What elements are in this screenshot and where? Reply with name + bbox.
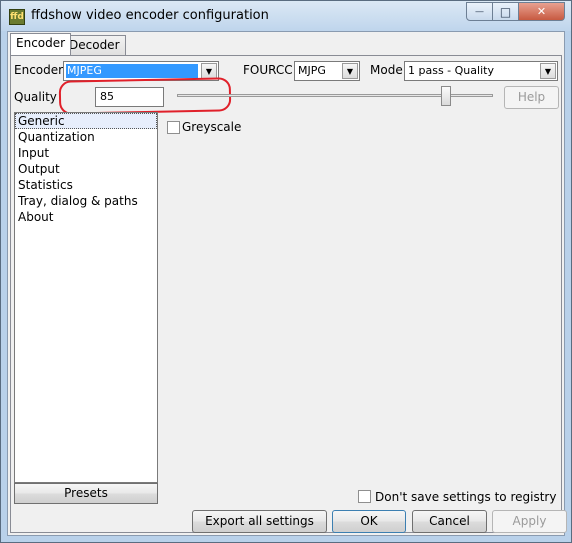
greyscale-checkbox[interactable] [167,121,180,134]
help-button[interactable]: Help [504,86,559,109]
encoder-label: Encoder: [14,63,67,77]
dont-save-checkbox[interactable] [358,490,371,503]
maximize-button[interactable]: □ [493,2,519,21]
tab-decoder[interactable]: Decoder [63,35,126,55]
window-title: ffdshow video encoder configuration [31,8,269,23]
fourcc-select[interactable]: MJPG ▼ [294,61,360,81]
list-item-quantization[interactable]: Quantization [15,129,157,145]
encoder-tab-panel: Encoder: MJPEG ▼ FOURCC: MJPG ▼ Mode: 1 … [10,55,567,533]
close-button[interactable]: ✕ [519,2,565,21]
list-item-input[interactable]: Input [15,145,157,161]
chevron-down-icon[interactable]: ▼ [342,63,358,79]
fourcc-label: FOURCC: [243,63,297,77]
ffdshow-app-icon[interactable]: ffd [9,9,25,25]
caption-buttons: — □ ✕ [466,2,565,21]
list-item-output[interactable]: Output [15,161,157,177]
dialog-client-area: Encoder Decoder Encoder: MJPEG ▼ FOURCC:… [7,31,567,536]
dont-save-label: Don't save settings to registry [375,490,557,504]
quality-input[interactable]: 85 [95,87,164,107]
quality-slider-thumb[interactable] [441,86,451,106]
maximize-icon: □ [499,4,512,19]
tab-encoder[interactable]: Encoder [10,33,72,55]
list-item-about[interactable]: About [15,209,157,225]
list-item-generic[interactable]: Generic [15,113,157,129]
list-item-statistics[interactable]: Statistics [15,177,157,193]
close-icon: ✕ [536,5,547,18]
presets-button[interactable]: Presets [14,483,158,504]
quality-input-value: 85 [100,90,114,103]
title-bar[interactable]: ffd ffdshow video encoder configuration … [1,1,571,31]
encoder-config-window: ffd ffdshow video encoder configuration … [0,0,572,543]
minimize-icon: — [475,6,484,17]
ok-button[interactable]: OK [332,510,406,533]
mode-select-value: 1 pass - Quality [408,64,494,77]
fourcc-select-value: MJPG [298,64,326,77]
chevron-down-icon[interactable]: ▼ [540,63,556,79]
apply-button[interactable]: Apply [492,510,567,533]
list-item-tray-dialog-paths[interactable]: Tray, dialog & paths [15,193,157,209]
tab-encoder-label: Encoder [16,36,66,50]
minimize-button[interactable]: — [466,2,493,21]
mode-label: Mode: [370,63,407,77]
section-list[interactable]: Generic Quantization Input Output Statis… [14,112,158,483]
greyscale-label: Greyscale [182,120,242,134]
cancel-button[interactable]: Cancel [412,510,487,533]
tab-decoder-label: Decoder [69,38,120,52]
export-all-settings-button[interactable]: Export all settings [192,510,327,533]
encoder-select-value: MJPEG [67,64,102,77]
mode-select[interactable]: 1 pass - Quality ▼ [404,61,558,81]
quality-label: Quality [14,90,57,104]
